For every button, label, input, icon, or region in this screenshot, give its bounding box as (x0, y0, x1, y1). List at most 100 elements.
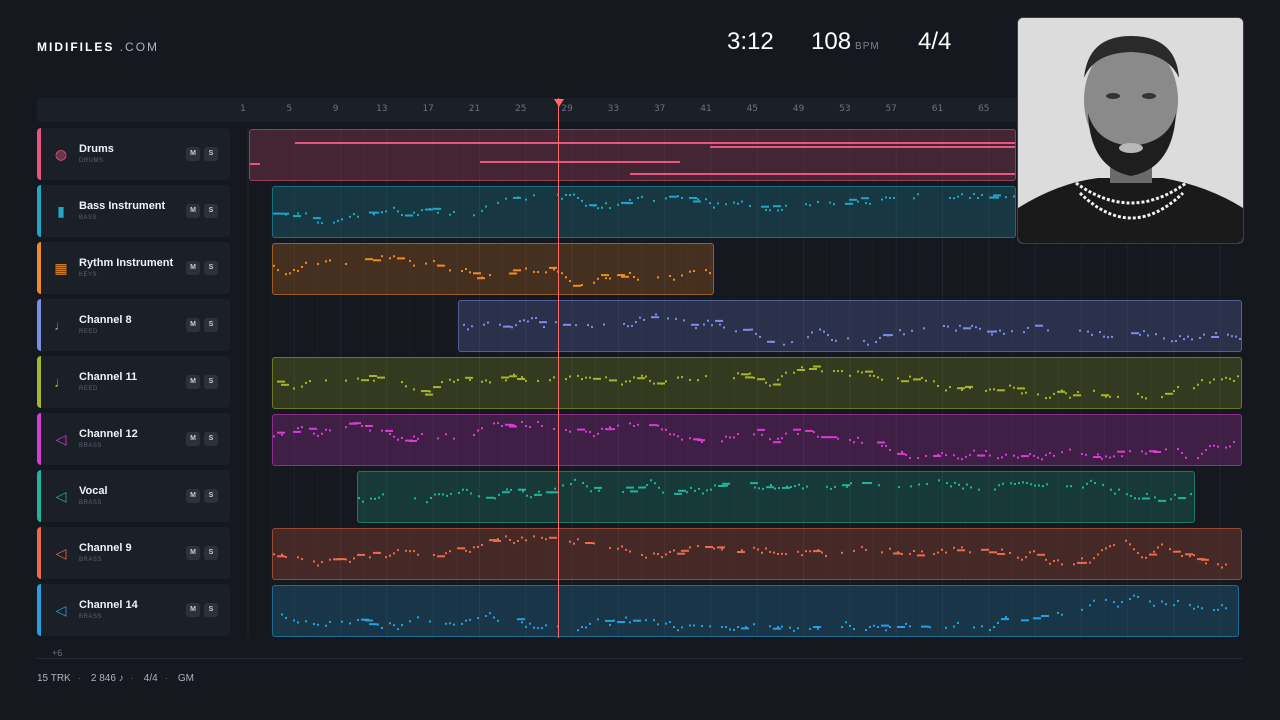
midi-note (841, 626, 843, 628)
midi-note (1045, 397, 1047, 400)
midi-note (865, 548, 867, 551)
midi-note (662, 491, 664, 494)
mute-button[interactable]: M (186, 204, 200, 218)
midi-note (729, 436, 731, 439)
solo-button[interactable]: S (204, 546, 218, 560)
midi-note (510, 489, 512, 491)
midi-note (1209, 445, 1211, 448)
track-header[interactable]: ◁ Channel 12 BRASS M S (37, 413, 230, 465)
midi-note (494, 497, 496, 500)
midi-note (1193, 554, 1195, 557)
track-header[interactable]: ◍ Drums DRUMS M S (37, 128, 230, 180)
midi-note (1235, 335, 1237, 338)
midi-note (741, 549, 743, 552)
midi-note (445, 433, 447, 436)
track-header[interactable]: ◁ Channel 14 BRASS M S (37, 584, 230, 636)
midi-note (413, 388, 415, 391)
more-tracks-label[interactable]: +6 (52, 648, 62, 658)
midi-note (689, 624, 691, 627)
midi-note (539, 321, 547, 324)
solo-button[interactable]: S (204, 318, 218, 332)
midi-note (1109, 456, 1111, 459)
midi-note (437, 264, 445, 267)
midi-note (393, 552, 395, 555)
track-header[interactable]: ◁ Vocal BRASS M S (37, 470, 230, 522)
track-header[interactable]: ◁ Channel 9 BRASS M S (37, 527, 230, 579)
track-clip[interactable] (357, 471, 1195, 523)
midi-note (653, 619, 655, 622)
track-clip[interactable] (272, 186, 1016, 238)
midi-note (561, 272, 563, 275)
mute-button[interactable]: M (186, 261, 200, 275)
playhead-marker[interactable] (554, 99, 564, 107)
midi-note (1046, 483, 1048, 486)
midi-note (966, 483, 968, 486)
midi-note (297, 212, 299, 215)
track-clip[interactable] (272, 357, 1242, 409)
solo-button[interactable]: S (204, 147, 218, 161)
midi-note (1153, 451, 1161, 453)
horn-icon: ◁ (55, 488, 67, 504)
midi-note (1089, 561, 1091, 564)
midi-note (397, 257, 405, 260)
mute-button[interactable]: M (186, 375, 200, 389)
midi-note (889, 197, 891, 199)
midi-note (977, 197, 979, 199)
midi-note (675, 317, 677, 320)
midi-note (713, 206, 715, 209)
midi-note (714, 484, 716, 487)
playhead[interactable] (558, 98, 559, 638)
midi-note (1101, 549, 1103, 552)
midi-note (865, 202, 867, 205)
midi-note (1121, 455, 1123, 458)
midi-note (505, 197, 507, 200)
midi-note (589, 622, 591, 625)
solo-button[interactable]: S (204, 375, 218, 389)
midi-note (369, 429, 371, 432)
midi-note (973, 626, 975, 629)
midi-note (641, 554, 643, 556)
midi-note (329, 558, 331, 561)
track-header[interactable]: ▮ Bass Instrument BASS M S (37, 185, 230, 237)
midi-note (465, 619, 467, 622)
solo-button[interactable]: S (204, 603, 218, 617)
midi-note (1093, 456, 1101, 458)
midi-note (442, 493, 444, 496)
track-header[interactable]: ♩ Channel 8 REED M S (37, 299, 230, 351)
track-clip[interactable] (272, 585, 1239, 637)
mute-button[interactable]: M (186, 318, 200, 332)
track-clip[interactable] (458, 300, 1242, 352)
mute-button[interactable]: M (186, 603, 200, 617)
midi-notes (463, 313, 1241, 346)
track-header[interactable]: ▦ Rythm Instrument KEYS M S (37, 242, 230, 294)
solo-button[interactable]: S (204, 489, 218, 503)
track-clip[interactable] (272, 414, 1242, 466)
midi-note (449, 622, 451, 625)
midi-note (979, 327, 981, 330)
track-header[interactable]: ♩ Channel 11 REED M S (37, 356, 230, 408)
mute-button[interactable]: M (186, 489, 200, 503)
midi-note (449, 550, 451, 553)
mute-button[interactable]: M (186, 432, 200, 446)
midi-note (997, 196, 999, 199)
track-clip[interactable] (249, 129, 1016, 181)
solo-button[interactable]: S (204, 261, 218, 275)
track-clip[interactable] (272, 528, 1242, 580)
midi-note (409, 259, 411, 262)
midi-note (605, 428, 613, 431)
midi-note (586, 485, 588, 488)
midi-note (533, 626, 535, 629)
solo-button[interactable]: S (204, 204, 218, 218)
solo-button[interactable]: S (204, 432, 218, 446)
mute-button[interactable]: M (186, 546, 200, 560)
midi-note (959, 324, 961, 327)
midi-note (385, 556, 387, 559)
midi-note (313, 217, 321, 220)
midi-note (877, 626, 879, 628)
midi-note (353, 422, 361, 425)
midi-note (413, 435, 415, 438)
mute-button[interactable]: M (186, 147, 200, 161)
track-clip[interactable] (272, 243, 714, 295)
midi-note (1082, 486, 1084, 489)
midi-note (917, 193, 919, 196)
